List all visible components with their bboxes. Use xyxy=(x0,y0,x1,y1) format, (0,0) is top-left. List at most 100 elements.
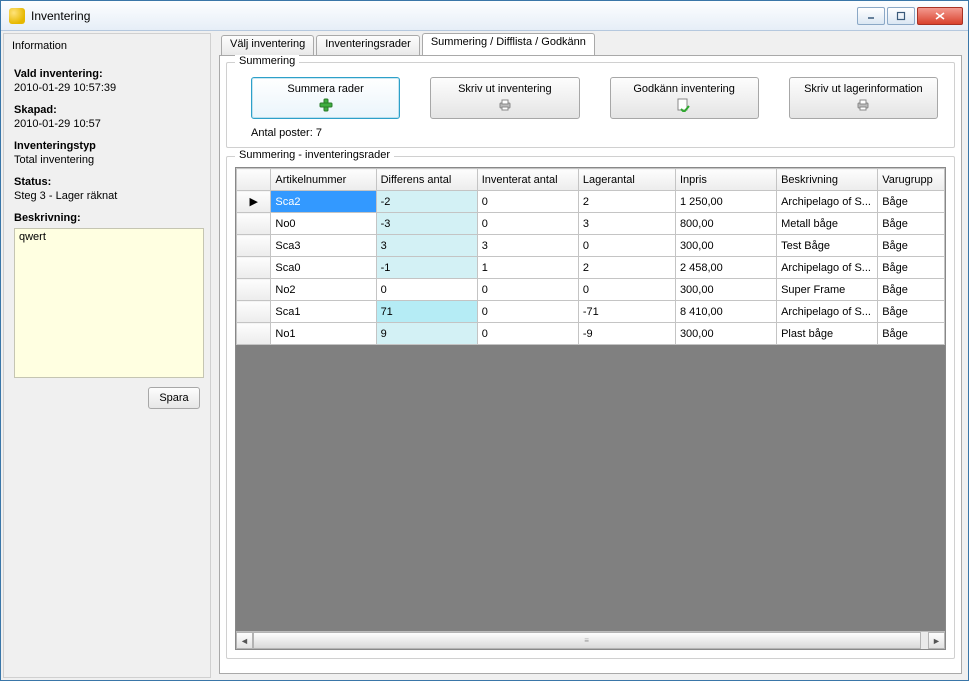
close-button[interactable] xyxy=(917,7,963,25)
beskrivning-label: Beskrivning: xyxy=(14,212,200,224)
row-header[interactable] xyxy=(237,257,271,279)
cell[interactable]: 300,00 xyxy=(675,235,776,257)
cell[interactable]: 3 xyxy=(578,213,675,235)
horizontal-scrollbar[interactable]: ◄ ≡ ► xyxy=(236,631,945,649)
inventeringstyp-value: Total inventering xyxy=(14,154,200,166)
table-row[interactable]: Sca3330300,00Test BågeBåge xyxy=(237,235,945,257)
scroll-track[interactable]: ≡ xyxy=(253,632,928,649)
cell[interactable]: 71 xyxy=(376,301,477,323)
scroll-thumb[interactable]: ≡ xyxy=(253,632,921,649)
cell[interactable]: Båge xyxy=(878,191,945,213)
cell[interactable]: No2 xyxy=(271,279,376,301)
cell[interactable]: Båge xyxy=(878,279,945,301)
col-inpris[interactable]: Inpris xyxy=(675,169,776,191)
tab-valj-inventering[interactable]: Välj inventering xyxy=(221,35,314,55)
col-beskrivning[interactable]: Beskrivning xyxy=(777,169,878,191)
tab-summering[interactable]: Summering / Difflista / Godkänn xyxy=(422,33,595,55)
cell[interactable]: Sca2 xyxy=(271,191,376,213)
skriv-ut-lagerinformation-button[interactable]: Skriv ut lagerinformation xyxy=(789,77,938,119)
col-varugrupp[interactable]: Varugrupp xyxy=(878,169,945,191)
beskrivning-textarea[interactable] xyxy=(14,228,204,378)
godkann-inventering-label: Godkänn inventering xyxy=(633,83,735,95)
cell[interactable]: Båge xyxy=(878,213,945,235)
cell[interactable]: 0 xyxy=(477,279,578,301)
cell[interactable]: 2 xyxy=(578,257,675,279)
cell[interactable]: 1 250,00 xyxy=(675,191,776,213)
table-row[interactable]: No190-9300,00Plast bågeBåge xyxy=(237,323,945,345)
cell[interactable]: 1 xyxy=(477,257,578,279)
skapad-value: 2010-01-29 10:57 xyxy=(14,118,200,130)
spara-button[interactable]: Spara xyxy=(148,387,200,409)
skriv-ut-inventering-label: Skriv ut inventering xyxy=(458,83,552,95)
cell[interactable]: No1 xyxy=(271,323,376,345)
cell[interactable]: 0 xyxy=(376,279,477,301)
col-artikelnummer[interactable]: Artikelnummer xyxy=(271,169,376,191)
cell[interactable]: Sca0 xyxy=(271,257,376,279)
cell[interactable]: Archipelago of S... xyxy=(777,257,878,279)
col-lagerantal[interactable]: Lagerantal xyxy=(578,169,675,191)
table-row[interactable]: No0-303800,00Metall bågeBåge xyxy=(237,213,945,235)
cell[interactable]: 300,00 xyxy=(675,323,776,345)
cell[interactable]: 3 xyxy=(477,235,578,257)
cell[interactable]: 0 xyxy=(477,191,578,213)
row-header[interactable] xyxy=(237,279,271,301)
corner-cell[interactable] xyxy=(237,169,271,191)
cell[interactable]: Sca1 xyxy=(271,301,376,323)
cell[interactable]: Plast båge xyxy=(777,323,878,345)
cell[interactable]: 0 xyxy=(578,235,675,257)
cell[interactable]: -2 xyxy=(376,191,477,213)
row-header[interactable] xyxy=(237,323,271,345)
summera-rader-button[interactable]: Summera rader xyxy=(251,77,400,119)
window-controls xyxy=(856,7,968,25)
cell[interactable]: -1 xyxy=(376,257,477,279)
tab-strip: Välj inventering Inventeringsrader Summe… xyxy=(215,33,966,55)
skriv-ut-inventering-button[interactable]: Skriv ut inventering xyxy=(430,77,579,119)
cell[interactable]: Båge xyxy=(878,257,945,279)
cell[interactable]: Sca3 xyxy=(271,235,376,257)
cell[interactable]: 8 410,00 xyxy=(675,301,776,323)
table-row[interactable]: Sca0-1122 458,00Archipelago of S...Båge xyxy=(237,257,945,279)
scroll-left-arrow[interactable]: ◄ xyxy=(236,632,253,649)
cell[interactable]: Archipelago of S... xyxy=(777,301,878,323)
app-icon xyxy=(9,8,25,24)
cell[interactable]: 0 xyxy=(477,323,578,345)
table-row[interactable]: ▶Sca2-2021 250,00Archipelago of S...Båge xyxy=(237,191,945,213)
minimize-button[interactable] xyxy=(857,7,885,25)
cell[interactable]: No0 xyxy=(271,213,376,235)
table-row[interactable]: Sca1710-718 410,00Archipelago of S...Båg… xyxy=(237,301,945,323)
cell[interactable]: 800,00 xyxy=(675,213,776,235)
col-differens[interactable]: Differens antal xyxy=(376,169,477,191)
cell[interactable]: 300,00 xyxy=(675,279,776,301)
col-inventerat[interactable]: Inventerat antal xyxy=(477,169,578,191)
maximize-button[interactable] xyxy=(887,7,915,25)
godkann-inventering-button[interactable]: Godkänn inventering xyxy=(610,77,759,119)
cell[interactable]: Båge xyxy=(878,301,945,323)
row-header[interactable] xyxy=(237,213,271,235)
printer-icon xyxy=(855,97,871,113)
cell[interactable]: Archipelago of S... xyxy=(777,191,878,213)
scroll-right-arrow[interactable]: ► xyxy=(928,632,945,649)
cell[interactable]: -71 xyxy=(578,301,675,323)
row-header[interactable]: ▶ xyxy=(237,191,271,213)
row-header[interactable] xyxy=(237,235,271,257)
cell[interactable]: 0 xyxy=(578,279,675,301)
table-row[interactable]: No2000300,00Super FrameBåge xyxy=(237,279,945,301)
cell[interactable]: -3 xyxy=(376,213,477,235)
row-header[interactable] xyxy=(237,301,271,323)
data-grid[interactable]: Artikelnummer Differens antal Inventerat… xyxy=(235,167,946,650)
titlebar[interactable]: Inventering xyxy=(1,1,968,31)
cell[interactable]: Båge xyxy=(878,323,945,345)
cell[interactable]: 0 xyxy=(477,301,578,323)
cell[interactable]: Super Frame xyxy=(777,279,878,301)
cell[interactable]: Båge xyxy=(878,235,945,257)
cell[interactable]: 9 xyxy=(376,323,477,345)
cell[interactable]: 0 xyxy=(477,213,578,235)
cell[interactable]: 3 xyxy=(376,235,477,257)
tab-inventeringsrader[interactable]: Inventeringsrader xyxy=(316,35,420,55)
cell[interactable]: Test Båge xyxy=(777,235,878,257)
cell[interactable]: 2 458,00 xyxy=(675,257,776,279)
window-title: Inventering xyxy=(31,9,90,23)
cell[interactable]: -9 xyxy=(578,323,675,345)
cell[interactable]: Metall båge xyxy=(777,213,878,235)
cell[interactable]: 2 xyxy=(578,191,675,213)
